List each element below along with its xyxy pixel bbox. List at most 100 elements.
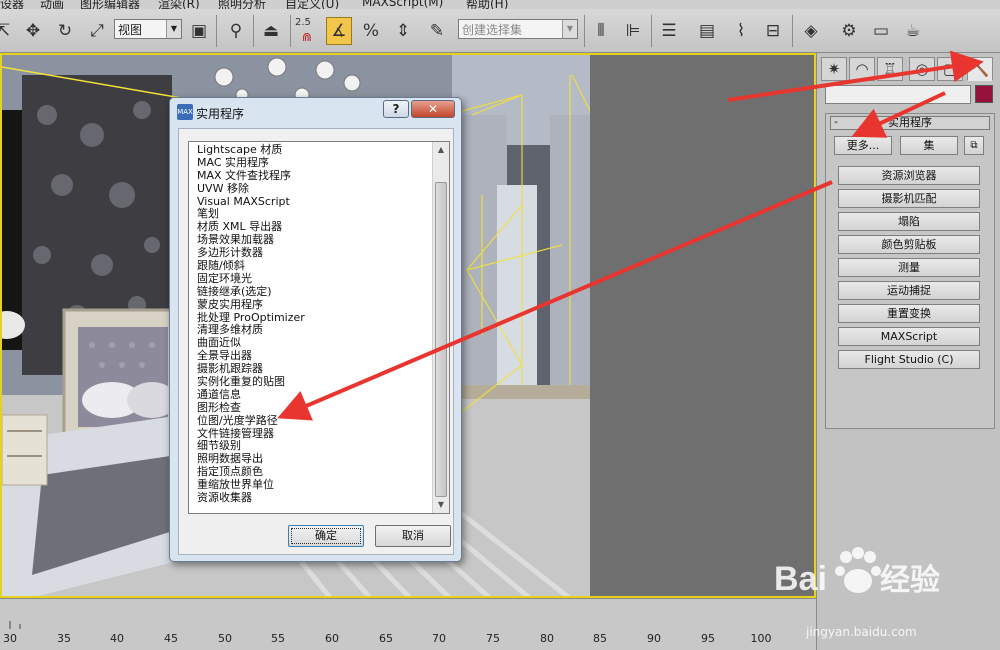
utility-list-item[interactable]: 蒙皮实用程序 bbox=[197, 298, 429, 312]
utility-list-item[interactable]: 实例化重复的贴图 bbox=[197, 375, 429, 389]
utility-list-item[interactable]: 链接继承(选定) bbox=[197, 285, 429, 299]
utility-button-measure[interactable]: 测量 bbox=[838, 258, 980, 277]
ok-button[interactable]: 确定 bbox=[288, 525, 364, 547]
utility-button-color-clipboard[interactable]: 颜色剪贴板 bbox=[838, 235, 980, 254]
utility-button-flight-studio[interactable]: Flight Studio (C) bbox=[838, 350, 980, 369]
utility-button-reset-xform[interactable]: 重置变换 bbox=[838, 304, 980, 323]
menu-item-lighting-analysis[interactable]: 照明分析 bbox=[218, 0, 266, 9]
object-name-field[interactable] bbox=[825, 85, 971, 104]
render-setup-icon[interactable]: ⚙ bbox=[836, 17, 862, 45]
move-icon[interactable]: ✥ bbox=[20, 17, 46, 45]
toolbar-separator bbox=[584, 15, 585, 47]
magnet-icon: ⋒ bbox=[301, 30, 313, 44]
utility-button-motion-capture[interactable]: 运动捕捉 bbox=[838, 281, 980, 300]
scene-explorer-icon[interactable]: ▤ bbox=[694, 17, 720, 45]
toolbar-separator bbox=[651, 15, 652, 47]
utility-button-maxscript[interactable]: MAXScript bbox=[838, 327, 980, 346]
cancel-button[interactable]: 取消 bbox=[375, 525, 451, 547]
utility-list-item[interactable]: Visual MAXScript bbox=[197, 195, 429, 209]
hierarchy-tab-icon[interactable]: ♖ bbox=[877, 57, 903, 81]
rollout-title: 实用程序 bbox=[888, 116, 932, 129]
menu-item[interactable]: 没设器 bbox=[0, 0, 24, 9]
ruler-tick-label: 95 bbox=[701, 632, 715, 645]
ruler-tick-label: 60 bbox=[325, 632, 339, 645]
menu-item-help[interactable]: 帮助(H) bbox=[466, 0, 508, 9]
scrollbar-thumb[interactable] bbox=[435, 182, 447, 497]
reference-coordinate-value: 视图 bbox=[118, 23, 143, 37]
create-tab-icon[interactable]: ✷ bbox=[821, 57, 847, 81]
chevron-down-icon: ▼ bbox=[562, 20, 577, 38]
sets-button[interactable]: 集 bbox=[900, 136, 958, 155]
utility-button-collapse[interactable]: 塌陷 bbox=[838, 212, 980, 231]
utility-button-asset-browser[interactable]: 资源浏览器 bbox=[838, 166, 980, 185]
utility-list-item[interactable]: UVW 移除 bbox=[197, 182, 429, 196]
material-editor-icon[interactable]: ◈ bbox=[798, 17, 824, 45]
menu-item-animation[interactable]: 动画 bbox=[40, 0, 64, 9]
configure-button-sets-icon[interactable]: ⧉ bbox=[964, 136, 984, 155]
utility-list-item[interactable]: MAC 实用程序 bbox=[197, 156, 429, 170]
menu-item-customize[interactable]: 自定义(U) bbox=[285, 0, 339, 9]
viewport-empty-area bbox=[590, 55, 814, 596]
scroll-up-arrow-icon[interactable]: ▲ bbox=[433, 142, 449, 158]
ruler-tick-label: 65 bbox=[379, 632, 393, 645]
utilities-tab-hammer-icon[interactable]: 🔨 bbox=[967, 57, 993, 81]
modify-tab-icon[interactable]: ◠ bbox=[849, 57, 875, 81]
close-button[interactable]: ✕ bbox=[411, 100, 455, 118]
menu-item-rendering[interactable]: 渲染(R) bbox=[158, 0, 200, 9]
curve-editor-icon[interactable]: ⌇ bbox=[728, 17, 754, 45]
reference-coordinate-dropdown[interactable]: 视图 ▼ bbox=[114, 19, 182, 39]
help-button[interactable]: ? bbox=[383, 100, 409, 118]
menu-item-graph-editors[interactable]: 图形编辑器 bbox=[80, 0, 140, 9]
utility-list-item[interactable]: 固定环境光 bbox=[197, 272, 429, 286]
ruler-tick-label: 30 bbox=[3, 632, 17, 645]
utility-list-item[interactable]: Lightscape 材质 bbox=[197, 143, 429, 157]
utility-list-item[interactable]: 跟随/倾斜 bbox=[197, 259, 429, 273]
angle-snap-icon[interactable]: ∡ bbox=[326, 17, 352, 45]
utilities-listbox[interactable]: Lightscape 材质 MAC 实用程序 MAX 文件查找程序 UVW 移除 Vis… bbox=[188, 141, 450, 514]
watermark-url: jingyan.baidu.com bbox=[806, 625, 917, 639]
dialog-body: Lightscape 材质 MAC 实用程序 MAX 文件查找程序 UVW 移除 Vis… bbox=[178, 128, 454, 555]
utilities-rollout: - 实用程序 更多... 集 ⧉ 资源浏览器 摄影机匹配 塌陷 颜色剪贴板 测量… bbox=[825, 113, 995, 429]
utility-list-item[interactable]: 资源收集器 bbox=[197, 491, 429, 505]
spinner-snap-icon[interactable]: ⇕ bbox=[390, 17, 416, 45]
keyboard-shortcut-override-icon[interactable]: ⏏ bbox=[258, 17, 284, 45]
mirror-icon[interactable]: ⫴ bbox=[588, 17, 614, 45]
schematic-view-icon[interactable]: ⊟ bbox=[760, 17, 786, 45]
rollout-header[interactable]: - 实用程序 bbox=[830, 116, 990, 130]
timeline-ruler[interactable]: 30 35 40 45 50 55 60 65 70 75 80 85 90 9… bbox=[0, 598, 816, 650]
select-tool-icon[interactable]: ⇱ bbox=[0, 17, 16, 45]
snap-value-label: 2.5 bbox=[295, 17, 311, 28]
ruler-tick-label: 35 bbox=[57, 632, 71, 645]
percent-snap-icon[interactable]: % bbox=[358, 17, 384, 45]
edit-named-selection-icon[interactable]: ✎ bbox=[424, 17, 450, 45]
ruler-tick-label: 55 bbox=[271, 632, 285, 645]
utility-list-item[interactable]: MAX 文件查找程序 bbox=[197, 169, 429, 183]
display-tab-icon[interactable]: ▢ bbox=[937, 57, 963, 81]
utility-button-camera-match[interactable]: 摄影机匹配 bbox=[838, 189, 980, 208]
align-icon[interactable]: ⊫ bbox=[620, 17, 646, 45]
ruler-tick-label: 85 bbox=[593, 632, 607, 645]
toolbar-separator bbox=[290, 15, 291, 47]
snap-toggle-icon[interactable]: 2.5 ⋒ bbox=[294, 17, 320, 45]
layer-manager-icon[interactable]: ☰ bbox=[656, 17, 682, 45]
named-selection-sets-dropdown[interactable]: 创建选择集 ▼ bbox=[458, 19, 578, 39]
render-teapot-icon[interactable]: ☕ bbox=[900, 17, 926, 45]
scroll-down-arrow-icon[interactable]: ▼ bbox=[433, 497, 449, 513]
collapse-icon: - bbox=[834, 115, 838, 128]
listbox-scrollbar[interactable]: ▲ ▼ bbox=[432, 142, 449, 513]
motion-tab-icon[interactable]: ◎ bbox=[909, 57, 935, 81]
utilities-dialog: MAX 实用程序 ? ✕ Lightscape 材质 MAC 实用程序 MAX 文件… bbox=[169, 97, 462, 562]
utility-list-item[interactable]: 通道信息 bbox=[197, 388, 429, 402]
utility-list-item[interactable]: 位图/光度学路径 bbox=[197, 414, 429, 428]
object-color-swatch[interactable] bbox=[975, 85, 993, 103]
utility-list-item[interactable]: 图形检查 bbox=[197, 401, 429, 415]
utilities-list: Lightscape 材质 MAC 实用程序 MAX 文件查找程序 UVW 移除 Vis… bbox=[197, 143, 429, 505]
rotate-icon[interactable]: ↻ bbox=[52, 17, 78, 45]
select-and-manipulate-icon[interactable]: ⚲ bbox=[223, 17, 249, 45]
menu-item-maxscript[interactable]: MAXScript(M) bbox=[362, 0, 443, 9]
rendered-frame-window-icon[interactable]: ▭ bbox=[868, 17, 894, 45]
scale-icon[interactable]: ⤢ bbox=[84, 17, 110, 45]
ruler-tick-label: 75 bbox=[486, 632, 500, 645]
more-button[interactable]: 更多... bbox=[834, 136, 892, 155]
pivot-center-icon[interactable]: ▣ bbox=[186, 17, 212, 45]
